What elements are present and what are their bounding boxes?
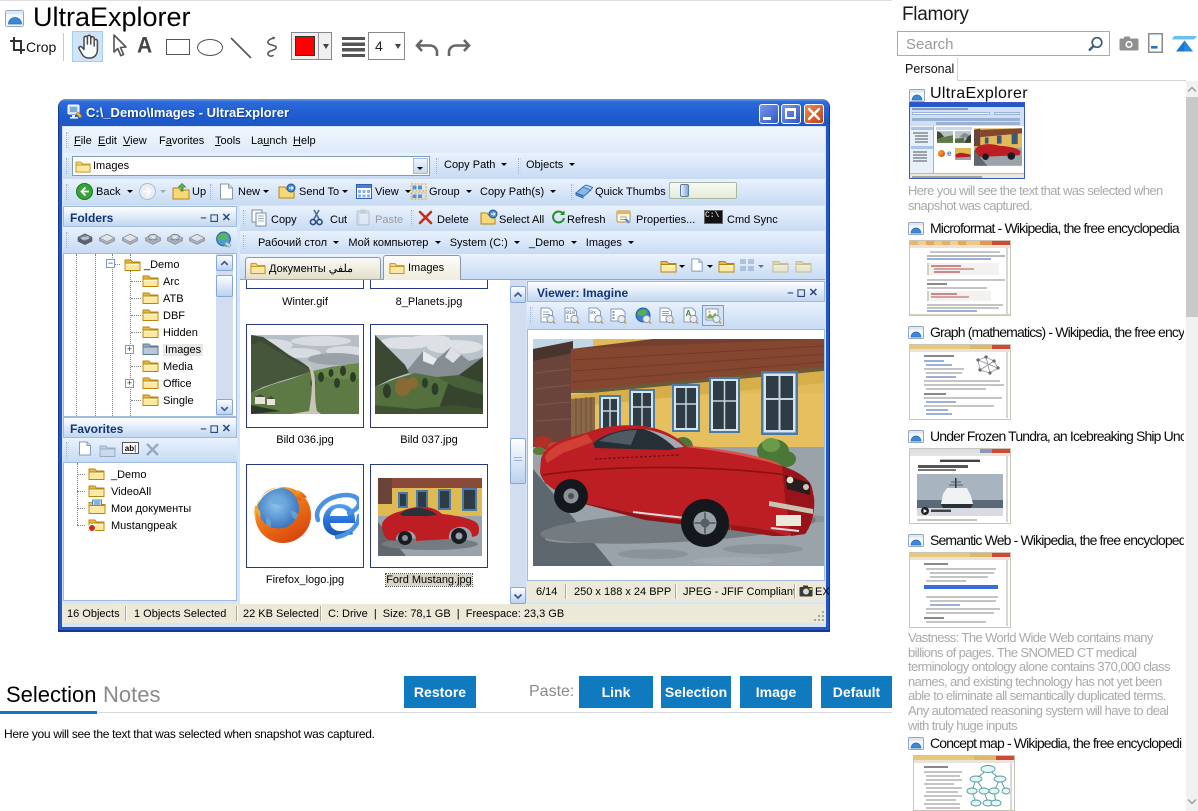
svg-text:0x: 0x <box>590 310 596 316</box>
svg-text:1: 1 <box>566 315 569 321</box>
